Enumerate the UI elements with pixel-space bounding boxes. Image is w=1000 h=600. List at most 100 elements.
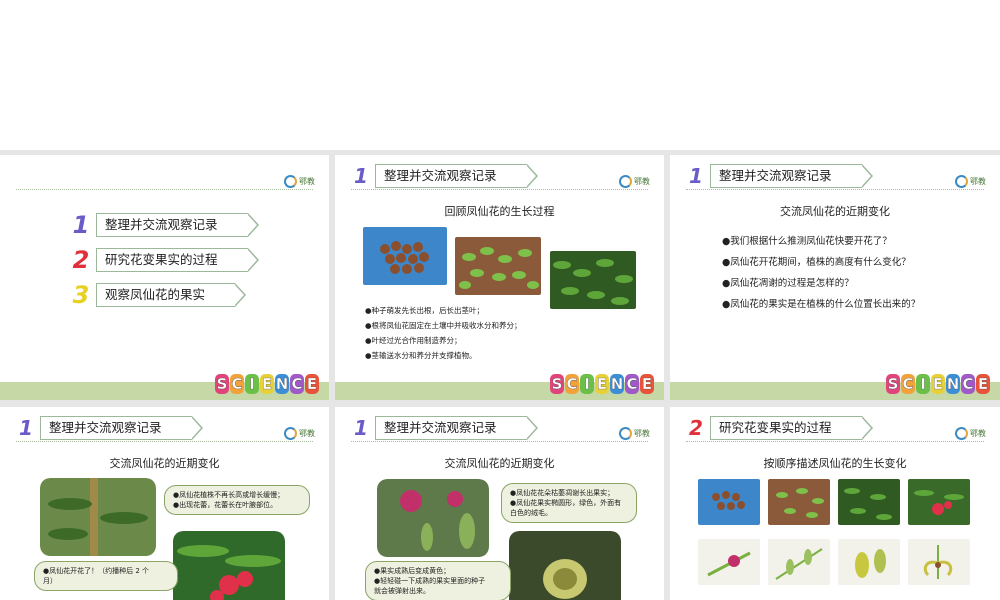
stage-seeds-photo [698,479,760,525]
science-letter: E [595,374,609,394]
publisher-logo: 鄂教 [619,175,650,188]
callout-fruiting: ●凤仙花花朵枯萎凋谢长出果实； ●凤仙花果实椭圆形，绿色，外面有 白色的绒毛。 [501,483,637,523]
slide-subtitle: 回顾凤仙花的生长过程 [444,205,555,218]
science-logo: SCIENCE [886,374,990,394]
science-logo: SCIENCE [215,374,319,394]
top-blank-area [0,0,1000,150]
callout-line: 月） [43,577,57,585]
slide-subtitle: 交流凤仙花的近期变化 [444,457,555,470]
header-rule [686,441,984,442]
bullet-list: ●我们根据什么推测凤仙花快要开花了？ ●凤仙花开花期间，植株的高度有什么变化？ … [722,231,920,315]
seedlings-photo [455,237,541,295]
slide-sorter-grid: 鄂教 1 整理并交流观察记录 2 研究花变果实的过程 3 观察凤仙花的果实 SC… [0,150,1000,600]
logo-mark-icon [619,427,632,440]
science-letter: N [610,374,624,394]
science-letter: E [976,374,990,394]
slide-thumbnail-6[interactable]: 2 研究花变果实的过程 鄂教 按顺序描述凤仙花的生长变化 [670,407,1000,600]
science-letter: C [565,374,579,394]
number-2-icon: 2 [72,246,90,274]
header-rule [16,189,313,190]
slide-title: 整理并交流观察记录 [375,164,537,188]
logo-text: 鄂教 [970,429,986,438]
callout-line: ●轻轻碰一下成熟的果实里面的种子 [374,577,486,585]
callout-line: ●凤仙花植株不再长高或增长缓慢； [173,491,285,499]
young-plants-photo [550,251,636,309]
callout-line: 就会被弹射出来。 [374,587,430,595]
callout-line: ●凤仙花开花了！（约播种后 2 个 [43,567,150,575]
logo-text: 鄂教 [970,177,986,186]
publisher-logo: 鄂教 [284,427,315,440]
publisher-logo: 鄂教 [955,175,986,188]
bullet-item: ●茎输送水分和养分并支撑植物。 [365,351,477,360]
science-letter: C [625,374,639,394]
logo-mark-icon [955,427,968,440]
science-letter: S [215,374,229,394]
number-1-icon: 1 [72,211,90,239]
stage-bud-photo [698,539,760,585]
bullet-item: ●我们根据什么推测凤仙花快要开花了？ [722,236,892,247]
science-letter: C [290,374,304,394]
header-rule [16,441,313,442]
slide-title: 研究花变果实的过程 [710,416,872,440]
slide-header: 1 整理并交流观察记录 [686,164,872,188]
logo-mark-icon [284,175,297,188]
slide-thumbnail-4[interactable]: 1 整理并交流观察记录 鄂教 交流凤仙花的近期变化 ●凤仙花植株不再长高或增长缓… [0,407,329,600]
bullet-item: ●种子萌发先长出根，后长出茎叶； [365,306,485,315]
slide-subtitle: 交流凤仙花的近期变化 [109,457,220,470]
logo-text: 鄂教 [634,429,650,438]
slide-header: 1 整理并交流观察记录 [351,416,537,440]
science-letter: N [275,374,289,394]
menu-item-label: 整理并交流观察记录 [96,213,258,237]
number-1-icon: 1 [354,164,368,188]
stage-seedling-photo [768,479,830,525]
science-letter: C [901,374,915,394]
callout-line: 白色的绒毛。 [510,509,552,517]
publisher-logo: 鄂教 [284,175,315,188]
header-rule [351,441,648,442]
science-letter: I [245,374,259,394]
science-letter: E [305,374,319,394]
plant-buds-photo [40,478,156,556]
menu-item-1: 1 整理并交流观察记录 [70,211,258,239]
logo-text: 鄂教 [634,177,650,186]
callout-line: ●果实成熟后变成黄色； [374,567,451,575]
header-rule [686,189,984,190]
slide-header: 2 研究花变果实的过程 [686,416,872,440]
stage-young-fruit-photo [768,539,830,585]
science-letter: C [961,374,975,394]
ripe-fruit-photo [509,531,621,600]
publisher-logo: 鄂教 [619,427,650,440]
menu-item-label: 观察凤仙花的果实 [96,283,247,307]
science-letter: C [230,374,244,394]
science-letter: E [640,374,654,394]
number-1-icon: 1 [19,416,33,440]
stage-seed-dispersal-photo [908,539,970,585]
callout-line: ●出现花蕾，花蕾长在叶腋部位。 [173,501,278,509]
menu-item-label: 研究花变果实的过程 [96,248,258,272]
slide-title: 整理并交流观察记录 [40,416,202,440]
stage-plant-photo [838,479,900,525]
slide-thumbnail-3[interactable]: 1 整理并交流观察记录 鄂教 交流凤仙花的近期变化 ●我们根据什么推测凤仙花快要… [670,155,1000,400]
number-2-icon: 2 [689,416,703,440]
flowers-photo [173,531,285,600]
slide-thumbnail-5[interactable]: 1 整理并交流观察记录 鄂教 交流凤仙花的近期变化 ●凤仙花花朵枯萎凋谢长出果实… [335,407,664,600]
science-letter: S [886,374,900,394]
slide-title: 整理并交流观察记录 [375,416,537,440]
logo-mark-icon [619,175,632,188]
stage-fruit-photo [838,539,900,585]
bullet-list: ●种子萌发先长出根，后长出茎叶； ●根将凤仙花固定在土壤中并吸收水分和养分； ●… [365,303,522,363]
wilting-flowers-photo [377,479,489,557]
number-3-icon: 3 [72,281,90,309]
logo-mark-icon [955,175,968,188]
stage-flower-photo [908,479,970,525]
number-1-icon: 1 [354,416,368,440]
slide-header: 1 整理并交流观察记录 [351,164,537,188]
slide-thumbnail-2[interactable]: 1 整理并交流观察记录 鄂教 回顾凤仙花的生长过程 ●种子萌发先长出根，后长出茎… [335,155,664,400]
callout-line: ●凤仙花花朵枯萎凋谢长出果实； [510,489,615,497]
bullet-item: ●根将凤仙花固定在土壤中并吸收水分和养分； [365,321,522,330]
number-1-icon: 1 [689,164,703,188]
bullet-item: ●叶经过光合作用制造养分； [365,336,462,345]
slide-thumbnail-1[interactable]: 鄂教 1 整理并交流观察记录 2 研究花变果实的过程 3 观察凤仙花的果实 SC… [0,155,329,400]
science-letter: E [931,374,945,394]
logo-text: 鄂教 [299,429,315,438]
